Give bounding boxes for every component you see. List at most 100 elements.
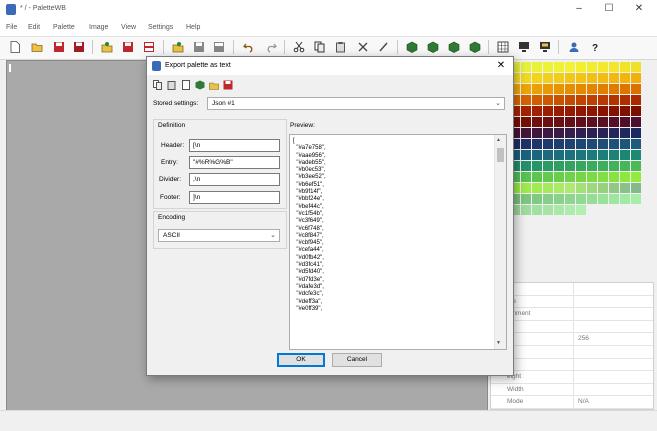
dialog-copy-button[interactable] (153, 80, 163, 90)
encoding-select[interactable]: ASCII ⌄ (158, 229, 280, 242)
palette-swatch[interactable] (609, 183, 619, 193)
palette-swatch[interactable] (587, 205, 597, 215)
palette-swatch[interactable] (631, 161, 641, 171)
palette-swatch[interactable] (576, 183, 586, 193)
palette-swatch[interactable] (532, 183, 542, 193)
palette-swatch[interactable] (543, 117, 553, 127)
palette-swatch[interactable] (576, 117, 586, 127)
preview-scrollbar[interactable]: ▲ ▼ (494, 135, 506, 349)
palette-swatch[interactable] (587, 95, 597, 105)
property-row[interactable]: 256 (491, 333, 653, 346)
palette-swatch[interactable] (521, 73, 531, 83)
palette-swatch[interactable] (587, 183, 597, 193)
palette-swatch[interactable] (631, 95, 641, 105)
property-row[interactable]: omment (491, 308, 653, 321)
save-button[interactable] (52, 40, 66, 54)
palette-swatch[interactable] (532, 194, 542, 204)
dialog-close-button[interactable]: ✕ (493, 59, 509, 73)
palette-swatch[interactable] (609, 106, 619, 116)
palette-swatch[interactable] (543, 128, 553, 138)
palette-swatch[interactable] (532, 205, 542, 215)
palette-swatch[interactable] (609, 62, 619, 72)
menu-settings[interactable]: Settings (148, 24, 173, 31)
palette-swatch[interactable] (609, 95, 619, 105)
help-button[interactable]: ? (588, 40, 602, 54)
paste-button[interactable] (334, 40, 348, 54)
palette-swatch[interactable] (532, 172, 542, 182)
palette-swatch[interactable] (609, 194, 619, 204)
palette-swatch[interactable] (521, 62, 531, 72)
cube-4-button[interactable] (468, 40, 482, 54)
palette-swatch[interactable] (631, 117, 641, 127)
palette-swatch[interactable] (532, 117, 542, 127)
palette-swatch[interactable] (587, 150, 597, 160)
preview-textarea[interactable]: [ "#a7e758", "#aae956", "#adeb55", "#b0e… (289, 134, 507, 350)
palette-swatch[interactable] (609, 205, 619, 215)
palette-swatch[interactable] (609, 128, 619, 138)
palette-swatch[interactable] (565, 205, 575, 215)
palette-swatch[interactable] (565, 84, 575, 94)
monitor-2-button[interactable] (538, 40, 552, 54)
palette-swatch[interactable] (598, 194, 608, 204)
palette-swatch[interactable] (598, 117, 608, 127)
palette-swatch[interactable] (587, 84, 597, 94)
palette-swatch[interactable] (543, 139, 553, 149)
palette-swatch[interactable] (576, 172, 586, 182)
palette-swatch[interactable] (576, 194, 586, 204)
stored-settings-select[interactable]: Json #1 ⌄ (207, 97, 505, 110)
palette-swatch[interactable] (587, 128, 597, 138)
palette-swatch[interactable] (631, 172, 641, 182)
palette-swatch[interactable] (620, 62, 630, 72)
palette-swatch[interactable] (631, 150, 641, 160)
property-row[interactable]: eight (491, 371, 653, 384)
palette-swatch[interactable] (631, 205, 641, 215)
palette-swatch[interactable] (609, 161, 619, 171)
user-button[interactable] (567, 40, 581, 54)
palette-swatch[interactable] (543, 62, 553, 72)
palette-swatch[interactable] (587, 106, 597, 116)
monitor-1-button[interactable] (517, 40, 531, 54)
palette-swatch[interactable] (532, 73, 542, 83)
palette-swatch[interactable] (554, 139, 564, 149)
palette-swatch[interactable] (609, 172, 619, 182)
palette-swatch[interactable] (598, 172, 608, 182)
cut-button[interactable] (292, 40, 306, 54)
palette-swatch[interactable] (609, 117, 619, 127)
footer-input[interactable]: ]\n (189, 191, 280, 204)
palette-swatch[interactable] (521, 194, 531, 204)
grid-view-button[interactable] (496, 40, 510, 54)
palette-swatch[interactable] (631, 106, 641, 116)
palette-swatch[interactable] (631, 73, 641, 83)
dialog-preset-button[interactable] (195, 80, 205, 90)
palette-open-button[interactable] (171, 40, 185, 54)
palette-swatch[interactable] (565, 139, 575, 149)
palette-swatch[interactable] (565, 150, 575, 160)
palette-swatch[interactable] (620, 95, 630, 105)
palette-export-button[interactable] (212, 40, 226, 54)
palette-swatch[interactable] (631, 84, 641, 94)
palette-swatch[interactable] (576, 62, 586, 72)
palette-swatch[interactable] (598, 139, 608, 149)
palette-swatch[interactable] (576, 139, 586, 149)
palette-swatch[interactable] (532, 62, 542, 72)
palette-swatch[interactable] (521, 161, 531, 171)
delete-button[interactable] (356, 40, 370, 54)
palette-swatch[interactable] (620, 139, 630, 149)
palette-swatch[interactable] (554, 95, 564, 105)
header-input[interactable]: [\n (189, 139, 280, 152)
open-button[interactable] (30, 40, 44, 54)
palette-swatch[interactable] (576, 205, 586, 215)
menu-palette[interactable]: Palette (53, 24, 75, 31)
palette-swatch[interactable] (543, 95, 553, 105)
palette-swatch[interactable] (598, 161, 608, 171)
palette-swatch[interactable] (565, 161, 575, 171)
menu-file[interactable]: File (6, 24, 17, 31)
palette-swatch[interactable] (587, 172, 597, 182)
palette-swatch[interactable] (631, 139, 641, 149)
palette-swatch[interactable] (565, 106, 575, 116)
palette-swatch[interactable] (554, 161, 564, 171)
palette-swatch[interactable] (554, 117, 564, 127)
palette-swatch[interactable] (543, 161, 553, 171)
property-row[interactable]: Width (491, 383, 653, 397)
cancel-button[interactable]: Cancel (332, 353, 382, 367)
